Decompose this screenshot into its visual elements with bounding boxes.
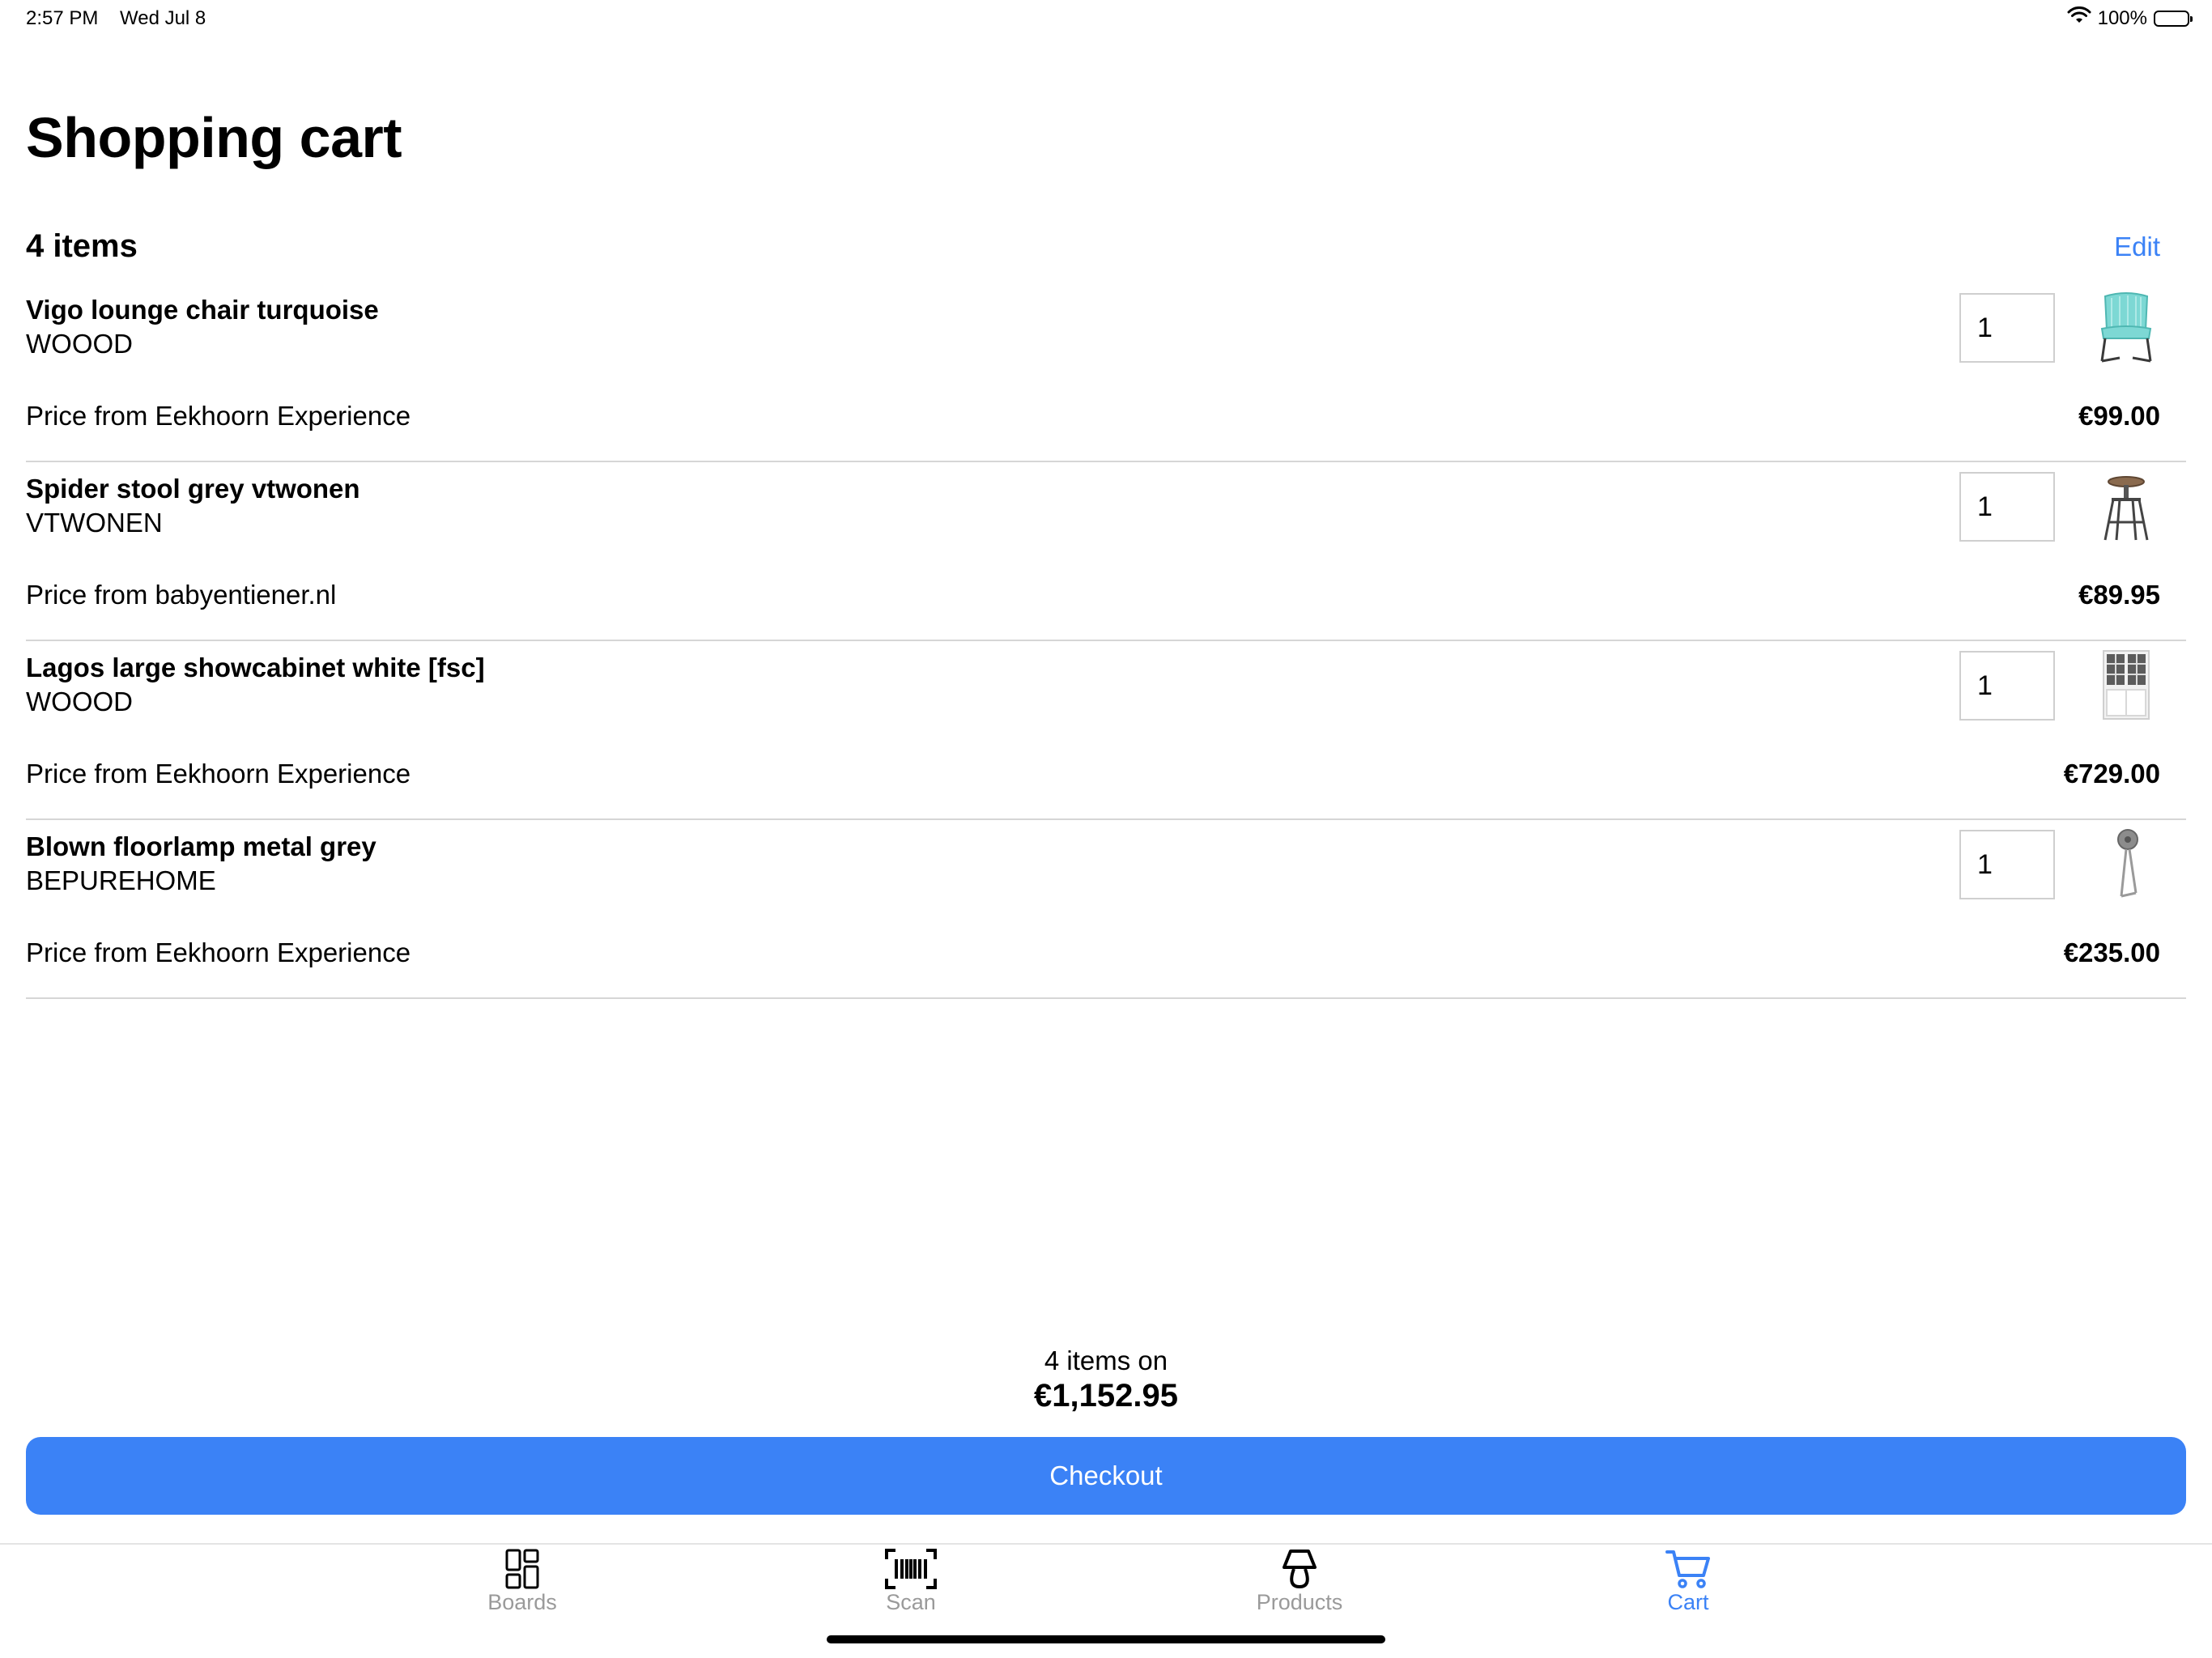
tab-label: Products [1256, 1590, 1343, 1614]
item-price: €729.00 [2063, 759, 2160, 789]
floorlamp-image [2117, 829, 2138, 898]
item-brand: BEPUREHOME [26, 865, 216, 895]
checkout-button[interactable]: Checkout [26, 1437, 2186, 1515]
quantity-input[interactable] [1959, 472, 2055, 542]
lamp-icon [1283, 1550, 1317, 1589]
battery-icon [2154, 10, 2193, 27]
barcode-icon [885, 1549, 937, 1589]
cart-item: Vigo lounge chair turquoise WOOOD Price … [26, 283, 2186, 462]
status-time: 2:57 PM [26, 7, 99, 29]
quantity-input[interactable] [1959, 830, 2055, 899]
cart-item: Spider stool grey vtwonen VTWONEN Price … [26, 462, 2186, 641]
item-price: €89.95 [2078, 580, 2160, 610]
home-indicator [827, 1635, 1385, 1643]
item-name: Blown floorlamp metal grey [26, 831, 376, 861]
tab-label: Scan [886, 1590, 936, 1614]
item-price-source: Price from Eekhoorn Experience [26, 401, 411, 431]
item-price-source: Price from Eekhoorn Experience [26, 759, 411, 789]
item-brand: WOOOD [26, 687, 133, 716]
cart-icon [1665, 1550, 1710, 1588]
item-brand: VTWONEN [26, 508, 163, 538]
tab-boards[interactable]: Boards [425, 1545, 619, 1626]
cart-item: Lagos large showcabinet white [fsc] WOOO… [26, 641, 2186, 820]
quantity-input[interactable] [1959, 651, 2055, 721]
items-count: 4 items [26, 228, 138, 264]
item-name: Vigo lounge chair turquoise [26, 295, 379, 325]
item-price-source: Price from babyentiener.nl [26, 580, 337, 610]
status-date: Wed Jul 8 [120, 7, 206, 29]
summary-count: 4 items on [1044, 1346, 1168, 1375]
edit-button[interactable]: Edit [2114, 232, 2160, 262]
quantity-input[interactable] [1959, 293, 2055, 363]
lounge-chair-image [2100, 292, 2152, 363]
item-name: Spider stool grey vtwonen [26, 474, 360, 504]
tab-scan[interactable]: Scan [814, 1545, 1008, 1626]
status-indicators: 100% [2067, 6, 2193, 30]
showcabinet-image [2103, 650, 2150, 720]
summary-total: €1,152.95 [1034, 1378, 1178, 1414]
boards-icon [505, 1549, 539, 1589]
status-bar: 2:57 PM Wed Jul 8 100% [0, 0, 2212, 39]
page-title: Shopping cart [26, 106, 402, 169]
tab-products[interactable]: Products [1202, 1545, 1397, 1626]
item-name: Lagos large showcabinet white [fsc] [26, 653, 485, 682]
cart-item: Blown floorlamp metal grey BEPUREHOME Pr… [26, 820, 2186, 999]
cart-list: Vigo lounge chair turquoise WOOOD Price … [26, 283, 2186, 999]
item-brand: WOOOD [26, 329, 133, 359]
tab-label: Cart [1667, 1590, 1709, 1614]
item-price-source: Price from Eekhoorn Experience [26, 937, 411, 967]
item-price: €235.00 [2063, 937, 2160, 967]
tab-label: Boards [487, 1590, 557, 1614]
tab-cart[interactable]: Cart [1591, 1545, 1785, 1626]
stool-image [2104, 476, 2149, 541]
wifi-icon [2067, 6, 2091, 30]
battery-percent: 100% [2097, 6, 2147, 29]
item-price: €99.00 [2078, 401, 2160, 431]
